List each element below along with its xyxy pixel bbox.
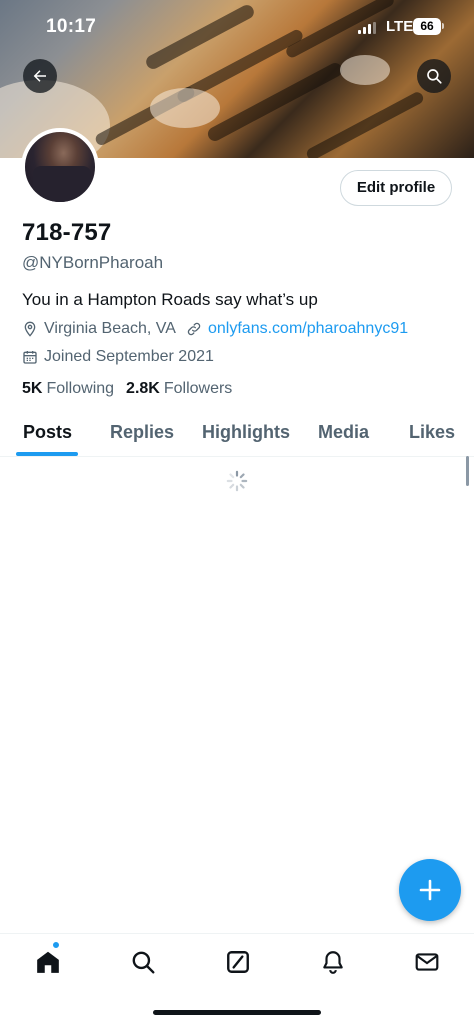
location-text: Virginia Beach, VA — [44, 320, 176, 337]
search-icon — [132, 951, 155, 974]
profile-joined-date: Joined September 2021 — [22, 347, 214, 367]
back-button[interactable] — [23, 59, 57, 93]
loading-spinner-icon — [226, 470, 248, 492]
home-notification-dot — [52, 941, 60, 949]
tab-replies[interactable]: Replies — [110, 422, 174, 443]
profile-location: Virginia Beach, VA — [22, 319, 176, 339]
back-arrow-icon — [33, 70, 46, 82]
followers-stat[interactable]: 2.8K Followers — [126, 380, 232, 398]
nav-grok[interactable] — [223, 947, 253, 977]
nav-home[interactable] — [33, 947, 63, 977]
grok-icon — [227, 951, 249, 973]
link-icon — [187, 322, 201, 336]
profile-bio: You in a Hampton Roads say what’s up — [22, 290, 318, 309]
battery-icon: 66 — [413, 18, 441, 35]
display-name: 718-757 — [22, 219, 112, 246]
signal-icon — [358, 22, 378, 34]
website-link[interactable]: onlyfans.com/pharoahnyc91 — [208, 320, 408, 338]
bell-icon — [323, 951, 343, 974]
profile-tabs: Posts Replies Highlights Media Likes — [0, 410, 474, 457]
mail-icon — [415, 953, 439, 971]
compose-post-button[interactable] — [399, 859, 461, 921]
tab-posts[interactable]: Posts — [23, 422, 72, 443]
home-icon — [37, 951, 59, 973]
nav-notifications[interactable] — [318, 947, 348, 977]
followers-label: Followers — [163, 380, 233, 397]
following-label: Following — [46, 380, 115, 397]
edit-profile-button[interactable]: Edit profile — [340, 170, 452, 206]
tab-likes[interactable]: Likes — [409, 422, 455, 443]
following-stat[interactable]: 5K Following — [22, 380, 114, 398]
scrollbar[interactable] — [466, 456, 469, 486]
profile-website[interactable]: onlyfans.com/pharoahnyc91 — [186, 319, 408, 339]
nav-messages[interactable] — [412, 947, 442, 977]
tab-media[interactable]: Media — [318, 422, 369, 443]
location-pin-icon — [24, 321, 36, 337]
joined-text: Joined September 2021 — [44, 348, 214, 365]
home-indicator-bar — [153, 1010, 321, 1015]
network-label: LTE — [386, 18, 414, 35]
follow-stats: 5K Following 2.8K Followers — [22, 380, 244, 398]
followers-count: 2.8K — [126, 380, 160, 397]
username-handle: @NYBornPharoah — [22, 253, 164, 272]
plus-icon — [419, 879, 441, 901]
profile-avatar[interactable] — [21, 128, 99, 206]
active-tab-indicator — [16, 452, 78, 456]
search-icon — [427, 69, 442, 84]
tab-highlights[interactable]: Highlights — [202, 422, 290, 443]
status-bar: 10:17 LTE 66 — [0, 0, 474, 54]
status-time: 10:17 — [46, 16, 97, 37]
nav-search[interactable] — [128, 947, 158, 977]
following-count: 5K — [22, 380, 43, 397]
search-button[interactable] — [417, 59, 451, 93]
calendar-icon — [23, 351, 37, 364]
